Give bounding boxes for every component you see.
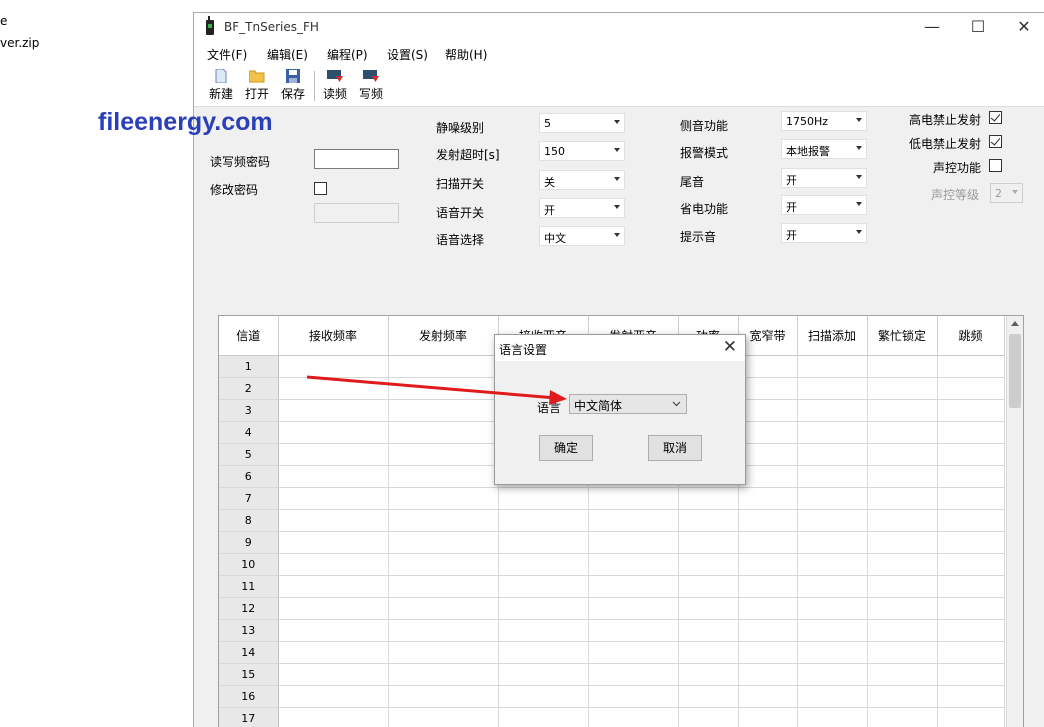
watermark-text: fileenergy.com (98, 108, 273, 136)
screen: e ver.zip fileenergy.com BF_TnSeries_FH … (0, 0, 1044, 727)
